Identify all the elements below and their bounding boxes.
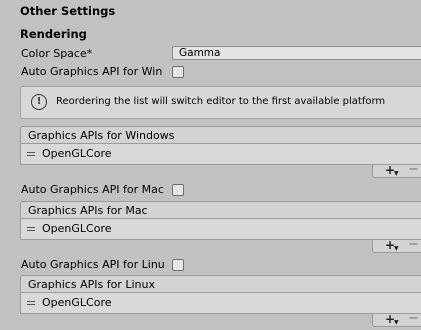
auto-graphics-api-mac-label: Auto Graphics API for Mac [21, 183, 164, 196]
auto-graphics-api-linux-checkbox[interactable] [172, 259, 184, 271]
graphics-apis-linux-footer: + ▼ − [372, 311, 421, 327]
section-title: Other Settings [20, 4, 116, 18]
graphics-apis-windows-header: Graphics APIs for Windows [20, 126, 421, 144]
help-message: Reordering the list will switch editor t… [56, 96, 386, 107]
chevron-down-icon[interactable]: ▼ [394, 319, 399, 326]
graphics-apis-windows-footer: + ▼ − [372, 162, 421, 178]
graphics-apis-mac-list: OpenGLCore [20, 219, 421, 240]
minus-icon[interactable]: − [408, 311, 419, 326]
graphics-apis-mac-header: Graphics APIs for Mac [20, 201, 421, 219]
graphics-apis-windows-title: Graphics APIs for Windows [28, 129, 175, 142]
list-item[interactable]: OpenGLCore [21, 144, 421, 164]
list-item-label: OpenGLCore [42, 147, 112, 160]
color-space-value: Gamma [179, 47, 221, 59]
list-item-label: OpenGLCore [42, 222, 112, 235]
auto-graphics-api-win-checkbox[interactable] [172, 66, 184, 78]
minus-icon[interactable]: − [408, 162, 419, 177]
auto-graphics-api-linux-label: Auto Graphics API for Linu [21, 258, 165, 271]
graphics-apis-linux-list: OpenGLCore [20, 293, 421, 314]
minus-icon[interactable]: − [408, 237, 419, 252]
list-item[interactable]: OpenGLCore [21, 293, 421, 313]
list-item-label: OpenGLCore [42, 296, 112, 309]
help-box: ! Reordering the list will switch editor… [20, 86, 421, 119]
graphics-apis-mac-footer: + ▼ − [372, 237, 421, 253]
drag-handle-icon[interactable] [27, 227, 35, 231]
graphics-apis-mac-title: Graphics APIs for Mac [28, 204, 148, 217]
graphics-apis-linux-header: Graphics APIs for Linux [20, 275, 421, 293]
color-space-label: Color Space* [21, 47, 93, 60]
list-item[interactable]: OpenGLCore [21, 219, 421, 239]
chevron-down-icon[interactable]: ▼ [394, 170, 399, 177]
rendering-header: Rendering [20, 27, 87, 41]
color-space-dropdown[interactable]: Gamma [172, 46, 421, 60]
info-icon: ! [31, 94, 47, 110]
graphics-apis-linux-title: Graphics APIs for Linux [28, 278, 155, 291]
graphics-apis-windows-list: OpenGLCore [20, 144, 421, 165]
chevron-down-icon[interactable]: ▼ [394, 245, 399, 252]
drag-handle-icon[interactable] [27, 152, 35, 156]
auto-graphics-api-win-label: Auto Graphics API for Win [21, 65, 163, 78]
drag-handle-icon[interactable] [27, 301, 35, 305]
auto-graphics-api-mac-checkbox[interactable] [172, 184, 184, 196]
